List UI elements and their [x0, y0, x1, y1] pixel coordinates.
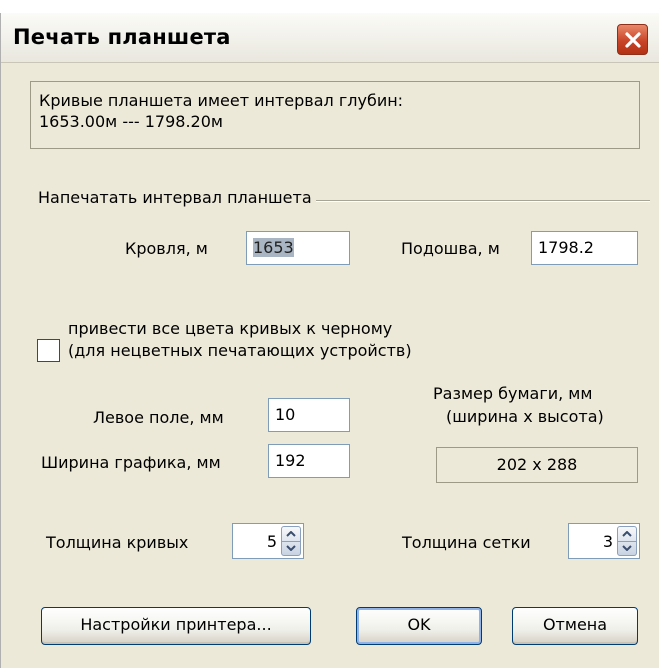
- graph-width-label: Ширина графика, мм: [41, 453, 221, 472]
- bottom-depth-input[interactable]: 1798.2: [531, 231, 638, 265]
- curve-thickness-value: 5: [266, 531, 277, 551]
- top-depth-label: Кровля, м: [125, 239, 208, 258]
- left-margin-label: Левое поле, мм: [93, 408, 224, 427]
- graph-width-value: 192: [275, 451, 306, 470]
- paper-size-label: Размер бумаги, мм: [433, 384, 593, 403]
- top-depth-value: 1653: [253, 238, 294, 257]
- grid-thickness-up-arrow-icon[interactable]: [618, 527, 636, 541]
- left-margin-value: 10: [275, 405, 296, 424]
- left-margin-input[interactable]: 10: [268, 398, 350, 432]
- grid-thickness-spinner[interactable]: 3: [568, 523, 640, 559]
- cancel-button[interactable]: Отмена: [512, 607, 638, 645]
- title-bar[interactable]: Печать планшета: [1, 13, 659, 63]
- depth-info-line2: 1653.00м --- 1798.20м: [39, 112, 223, 131]
- grid-thickness-value: 3: [602, 531, 613, 551]
- curve-thickness-spin-buttons[interactable]: [281, 526, 301, 556]
- dialog-title: Печать планшета: [13, 25, 231, 49]
- printer-settings-button[interactable]: Настройки принтера...: [41, 607, 311, 645]
- grid-thickness-spin-buttons[interactable]: [617, 526, 637, 556]
- bottom-depth-value: 1798.2: [538, 238, 594, 257]
- close-button[interactable]: [617, 24, 648, 55]
- black-colors-label-line1: привести все цвета кривых к черному: [68, 319, 393, 338]
- curve-thickness-label: Толщина кривых: [46, 533, 189, 552]
- grid-thickness-down-arrow-icon[interactable]: [618, 540, 636, 556]
- bottom-depth-label: Подошва, м: [401, 239, 500, 258]
- graph-width-input[interactable]: 192: [268, 444, 350, 478]
- paper-size-sublabel: (ширина х высота): [446, 407, 604, 426]
- depth-info-line1: Кривые планшета имеет интервал глубин:: [39, 91, 404, 110]
- curve-thickness-spinner[interactable]: 5: [232, 523, 304, 559]
- print-dialog: Печать планшета Кривые планшета имеет ин…: [0, 13, 659, 668]
- curve-thickness-down-arrow-icon[interactable]: [282, 540, 300, 556]
- close-x-icon: [624, 31, 642, 49]
- black-colors-label-line2: (для нецветных печатающих устройств): [68, 341, 412, 360]
- paper-size-value: 202 х 288: [436, 447, 638, 483]
- curve-thickness-up-arrow-icon[interactable]: [282, 527, 300, 541]
- ok-button[interactable]: OK: [356, 607, 482, 645]
- depth-info-box: Кривые планшета имеет интервал глубин: 1…: [30, 81, 640, 149]
- grid-thickness-label: Толщина сетки: [402, 533, 531, 552]
- top-depth-input[interactable]: 1653: [246, 231, 350, 265]
- black-colors-checkbox[interactable]: [37, 339, 60, 362]
- paper-size-text: 202 х 288: [496, 455, 578, 474]
- print-interval-group-label: Напечатать интервал планшета: [38, 188, 316, 207]
